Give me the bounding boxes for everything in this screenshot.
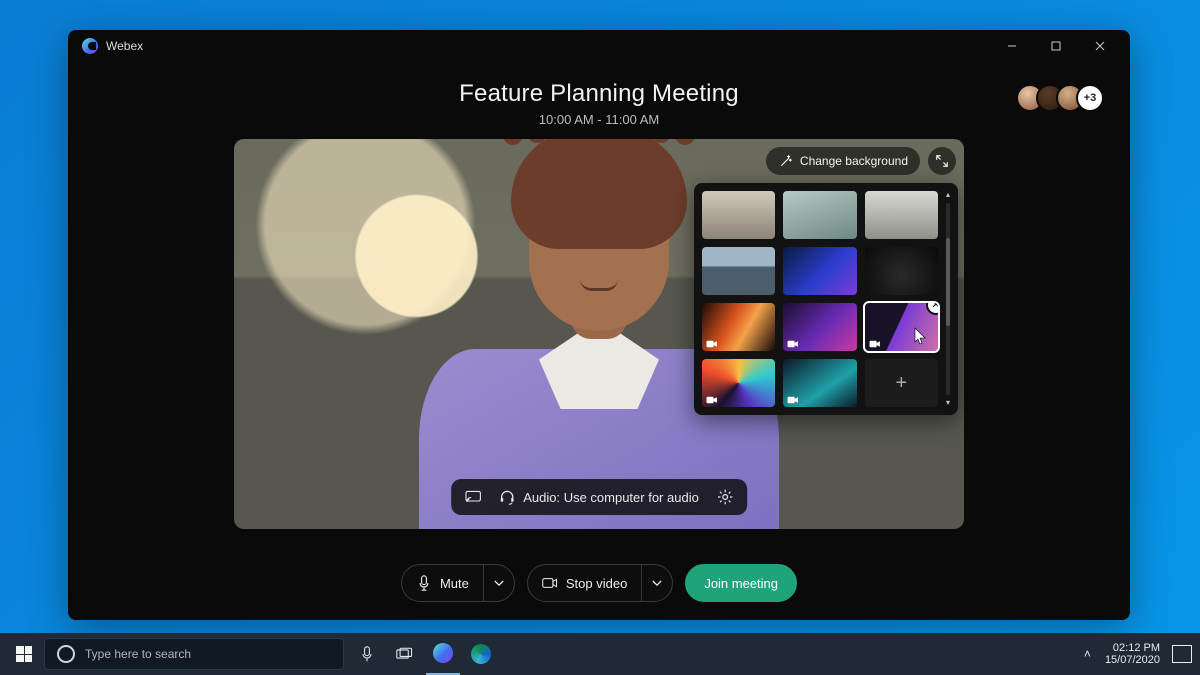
microphone-icon bbox=[416, 575, 432, 591]
audio-mode-selector[interactable]: Audio: Use computer for audio bbox=[499, 489, 699, 505]
background-picker-panel: ✕ + ▴ ▾ bbox=[694, 183, 958, 415]
system-tray[interactable]: ˄ 02:12 PM 15/07/2020 bbox=[1084, 642, 1192, 666]
magic-wand-icon bbox=[778, 153, 794, 169]
test-speaker-button[interactable] bbox=[465, 489, 481, 505]
change-background-label: Change background bbox=[800, 154, 908, 168]
video-background-badge-icon bbox=[787, 396, 799, 404]
audio-label-prefix: Audio: bbox=[523, 490, 560, 505]
mute-button[interactable]: Mute bbox=[401, 564, 515, 602]
mute-options-caret[interactable] bbox=[483, 565, 514, 601]
meeting-header: Feature Planning Meeting 10:00 AM - 11:0… bbox=[68, 62, 1130, 133]
stop-video-label: Stop video bbox=[566, 576, 627, 591]
background-option[interactable] bbox=[783, 359, 856, 407]
change-background-button[interactable]: Change background bbox=[766, 147, 920, 175]
video-background-badge-icon bbox=[787, 340, 799, 348]
background-option[interactable] bbox=[865, 247, 938, 295]
action-center-icon[interactable] bbox=[1172, 645, 1192, 663]
maximize-button[interactable] bbox=[1034, 30, 1078, 62]
chevron-down-icon bbox=[494, 580, 504, 587]
start-button[interactable] bbox=[4, 633, 44, 675]
gear-icon bbox=[717, 489, 733, 505]
audio-options-bar: Audio: Use computer for audio bbox=[451, 479, 747, 515]
mouse-cursor-icon bbox=[914, 327, 928, 345]
window-controls bbox=[990, 30, 1122, 62]
background-option[interactable] bbox=[783, 303, 856, 351]
taskbar-app-edge[interactable] bbox=[464, 633, 498, 675]
scrollbar-track[interactable] bbox=[946, 203, 950, 395]
chevron-down-icon bbox=[652, 580, 662, 587]
edge-icon bbox=[471, 644, 491, 664]
audio-mode-value: Use computer for audio bbox=[564, 490, 699, 505]
background-option[interactable] bbox=[783, 191, 856, 239]
app-title: Webex bbox=[106, 39, 143, 53]
taskbar-clock[interactable]: 02:12 PM 15/07/2020 bbox=[1105, 642, 1160, 666]
video-background-badge-icon bbox=[706, 396, 718, 404]
join-label: Join meeting bbox=[704, 576, 778, 591]
scroll-down-arrow-icon[interactable]: ▾ bbox=[946, 399, 950, 407]
expand-preview-button[interactable] bbox=[928, 147, 956, 175]
mute-label: Mute bbox=[440, 576, 469, 591]
task-view-button[interactable] bbox=[388, 633, 422, 675]
background-option[interactable] bbox=[783, 247, 856, 295]
taskbar-app-webex[interactable] bbox=[426, 633, 460, 675]
participants-stack[interactable]: +3 bbox=[1024, 84, 1104, 112]
audio-settings-button[interactable] bbox=[717, 489, 733, 505]
background-panel-scrollbar[interactable]: ▴ ▾ bbox=[944, 191, 952, 407]
participant-overflow-badge[interactable]: +3 bbox=[1076, 84, 1104, 112]
background-option[interactable] bbox=[702, 247, 775, 295]
stop-video-button[interactable]: Stop video bbox=[527, 564, 673, 602]
meeting-controls: Mute Stop video Join meeting bbox=[68, 552, 1130, 620]
background-option[interactable] bbox=[702, 359, 775, 407]
join-meeting-button[interactable]: Join meeting bbox=[685, 564, 797, 602]
video-background-badge-icon bbox=[869, 340, 881, 348]
tray-overflow-icon[interactable]: ˄ bbox=[1084, 647, 1091, 661]
video-options-caret[interactable] bbox=[641, 565, 672, 601]
background-option[interactable]: ✕ bbox=[865, 303, 938, 351]
taskbar-time: 02:12 PM bbox=[1105, 642, 1160, 654]
scroll-up-arrow-icon[interactable]: ▴ bbox=[946, 191, 950, 199]
background-option[interactable] bbox=[702, 303, 775, 351]
taskbar-search-box[interactable]: Type here to search bbox=[44, 638, 344, 670]
meeting-time-range: 10:00 AM - 11:00 AM bbox=[68, 112, 1130, 127]
windows-taskbar: Type here to search ˄ 02:12 PM 15/07/202… bbox=[0, 633, 1200, 675]
background-option[interactable] bbox=[702, 191, 775, 239]
cortana-icon bbox=[57, 645, 75, 663]
app-window: Webex Feature Planning Meeting 10:00 AM … bbox=[68, 30, 1130, 620]
add-background-button[interactable]: + bbox=[865, 359, 938, 407]
camera-icon bbox=[542, 575, 558, 591]
meeting-title: Feature Planning Meeting bbox=[68, 80, 1130, 108]
windows-logo-icon bbox=[16, 646, 32, 662]
headset-icon bbox=[499, 489, 515, 505]
search-placeholder: Type here to search bbox=[85, 647, 191, 661]
webex-icon bbox=[433, 643, 453, 663]
titlebar: Webex bbox=[68, 30, 1130, 62]
taskbar-date: 15/07/2020 bbox=[1105, 654, 1160, 666]
scrollbar-thumb[interactable] bbox=[946, 238, 950, 326]
remove-background-button[interactable]: ✕ bbox=[928, 303, 938, 313]
webex-logo-icon bbox=[82, 38, 98, 54]
video-background-badge-icon bbox=[706, 340, 718, 348]
close-button[interactable] bbox=[1078, 30, 1122, 62]
self-preview-video: My preview Change background bbox=[234, 139, 964, 529]
cast-icon bbox=[465, 489, 481, 505]
minimize-button[interactable] bbox=[990, 30, 1034, 62]
taskbar-mic-button[interactable] bbox=[350, 633, 384, 675]
background-option[interactable] bbox=[865, 191, 938, 239]
